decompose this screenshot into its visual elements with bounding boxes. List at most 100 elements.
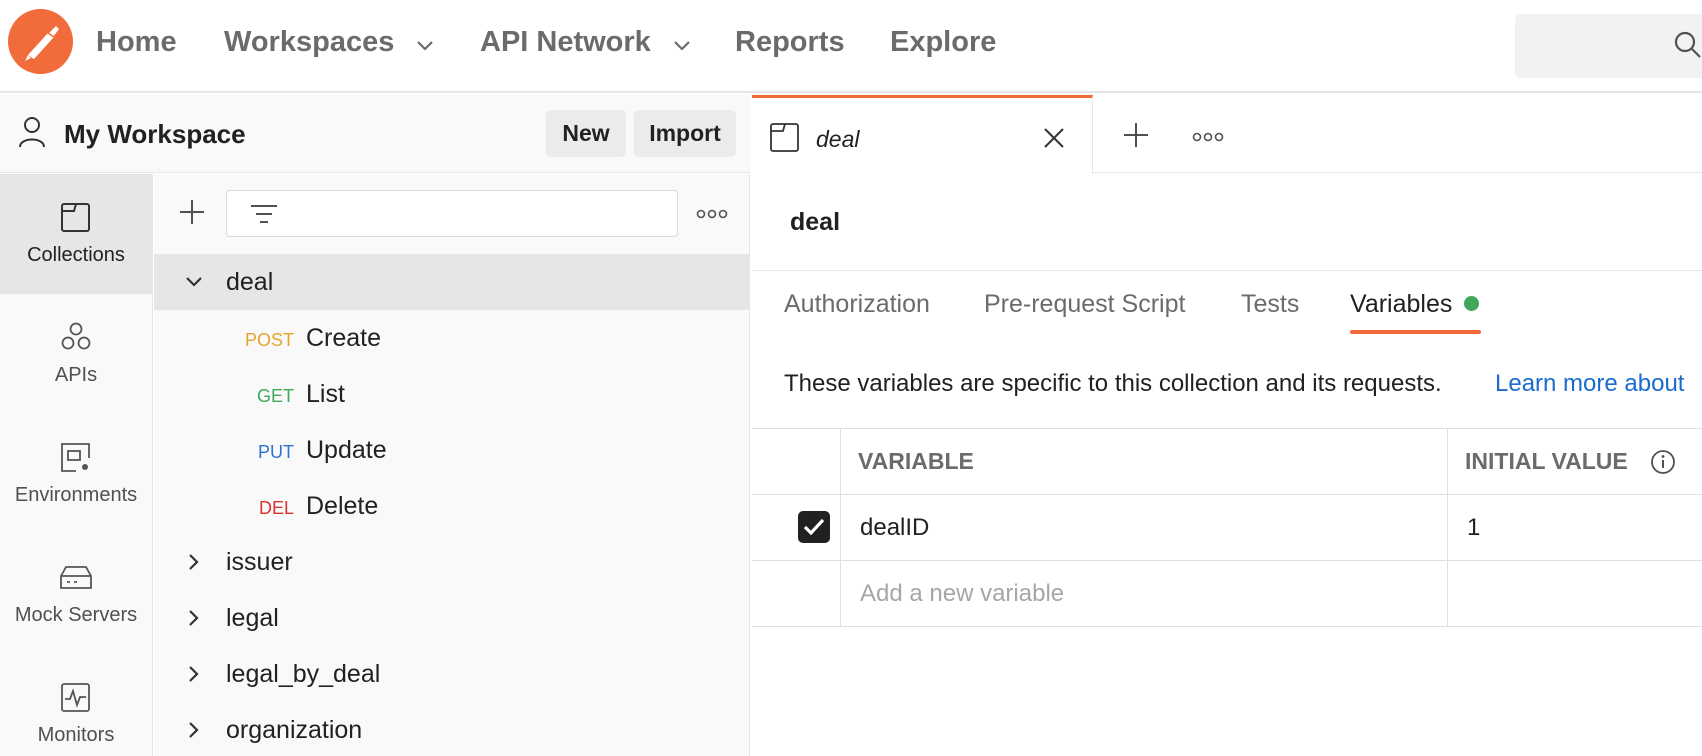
collection-name: deal (226, 268, 274, 296)
tab-bar: deal (752, 95, 1702, 174)
sidebar-item-apis[interactable]: APIs (0, 294, 152, 414)
info-text: These variables are specific to this col… (784, 370, 1442, 397)
sidebar-item-label: Monitors (37, 724, 115, 746)
collection-icon (61, 203, 90, 232)
request-name: Update (306, 436, 387, 464)
more-horizontal-icon (696, 209, 728, 219)
tab-title: deal (816, 126, 860, 152)
table-divider (840, 428, 841, 626)
method-badge: GET (256, 386, 294, 406)
tab-deal[interactable]: deal (752, 95, 1093, 174)
search-icon (1674, 31, 1701, 58)
plus-icon (180, 200, 204, 224)
variable-name-cell[interactable]: dealID (860, 514, 929, 542)
nav-api-network-label: API Network (480, 26, 651, 58)
chevron-right-icon[interactable] (184, 664, 204, 689)
variable-enabled-checkbox[interactable] (798, 511, 830, 543)
collection-heading: deal (790, 208, 841, 236)
tab-options-button[interactable] (1192, 130, 1224, 148)
plus-icon (1124, 123, 1148, 147)
nav-explore-label: Explore (890, 26, 997, 58)
method-badge: DEL (258, 498, 294, 518)
collection-legal-by-deal[interactable]: legal_by_deal (154, 646, 750, 702)
tab-pre-request-script[interactable]: Pre-request Script (984, 290, 1185, 319)
nav-explore[interactable]: Explore (890, 26, 996, 59)
request-name: List (306, 380, 345, 408)
collection-icon (769, 122, 801, 159)
chevron-right-icon[interactable] (184, 608, 204, 633)
user-icon (17, 115, 47, 154)
environment-icon (61, 443, 90, 472)
collection-deal[interactable]: deal (154, 254, 750, 310)
collection-issuer[interactable]: issuer (154, 534, 750, 590)
add-collection-button[interactable] (178, 198, 206, 231)
sidebar-item-label: APIs (54, 364, 98, 386)
close-icon[interactable] (1042, 126, 1066, 155)
sidebar-rail: Collections APIs Environments Mock Serve… (0, 174, 153, 756)
chevron-down-icon (416, 27, 434, 60)
new-variable-input[interactable]: Add a new variable (860, 580, 1064, 608)
collection-name: organization (226, 716, 363, 744)
top-nav-bar: Home Workspaces API Network Reports Expl… (0, 0, 1702, 93)
chevron-down-icon (673, 27, 691, 60)
collection-legal[interactable]: legal (154, 590, 750, 646)
nav-workspaces-label: Workspaces (224, 26, 395, 58)
sidebar-item-monitors[interactable]: Monitors (0, 654, 152, 756)
import-button[interactable]: Import (634, 110, 736, 157)
sidebar-item-collections[interactable]: Collections (0, 174, 152, 294)
collection-organization[interactable]: organization (154, 702, 750, 756)
table-divider (752, 428, 1702, 429)
workspace-header: My Workspace New Import (0, 95, 750, 173)
method-badge: POST (244, 330, 294, 350)
request-item[interactable]: POST Create (154, 310, 750, 366)
new-tab-button[interactable] (1122, 121, 1150, 154)
tab-variables[interactable]: Variables (1350, 290, 1452, 319)
sidebar-item-label: Mock Servers (14, 604, 138, 626)
request-item[interactable]: DEL Delete (154, 478, 750, 534)
collection-name: issuer (226, 548, 293, 576)
table-divider (752, 494, 1702, 495)
request-name: Create (306, 324, 382, 352)
chevron-right-icon[interactable] (184, 552, 204, 577)
nav-home-label: Home (96, 26, 177, 58)
initial-value-cell[interactable]: 1 (1467, 514, 1480, 542)
column-header-initial-value: INITIAL VALUE (1465, 448, 1628, 474)
divider (752, 270, 1702, 271)
filter-icon (251, 205, 277, 223)
apis-icon (61, 322, 91, 350)
method-badge: PUT (258, 442, 294, 462)
request-name: Delete (306, 492, 379, 520)
table-divider (752, 626, 1702, 627)
table-divider (752, 560, 1702, 561)
more-options-button[interactable] (696, 207, 728, 225)
nav-workspaces[interactable]: Workspaces (224, 26, 434, 60)
nav-reports-label: Reports (735, 26, 845, 58)
collection-name: legal_by_deal (226, 660, 381, 688)
more-horizontal-icon (1192, 132, 1224, 142)
monitor-icon (61, 683, 90, 712)
sidebar-item-mock-servers[interactable]: Mock Servers (0, 534, 152, 654)
mock-server-icon (60, 566, 92, 589)
search-input[interactable] (1515, 14, 1702, 78)
sidebar-item-environments[interactable]: Environments (0, 414, 152, 534)
active-tab-indicator (1350, 330, 1481, 334)
postman-logo[interactable] (8, 9, 73, 74)
collections-panel: deal POST Create GET List PUT Update DEL… (154, 174, 750, 756)
nav-api-network[interactable]: API Network (480, 26, 691, 60)
nav-home[interactable]: Home (96, 26, 177, 59)
request-item[interactable]: PUT Update (154, 422, 750, 478)
tab-authorization[interactable]: Authorization (784, 290, 930, 319)
table-divider (1447, 428, 1448, 626)
chevron-right-icon[interactable] (184, 720, 204, 745)
info-icon[interactable] (1650, 449, 1676, 480)
learn-more-link[interactable]: Learn more about (1495, 370, 1684, 398)
tab-tests[interactable]: Tests (1241, 290, 1299, 319)
request-item[interactable]: GET List (154, 366, 750, 422)
column-header-variable: VARIABLE (858, 448, 974, 474)
new-button[interactable]: New (546, 110, 626, 157)
status-dot (1464, 296, 1479, 311)
sidebar-item-label: Collections (27, 244, 125, 266)
filter-input[interactable] (226, 190, 678, 237)
chevron-down-icon[interactable] (184, 272, 204, 297)
nav-reports[interactable]: Reports (735, 26, 845, 59)
